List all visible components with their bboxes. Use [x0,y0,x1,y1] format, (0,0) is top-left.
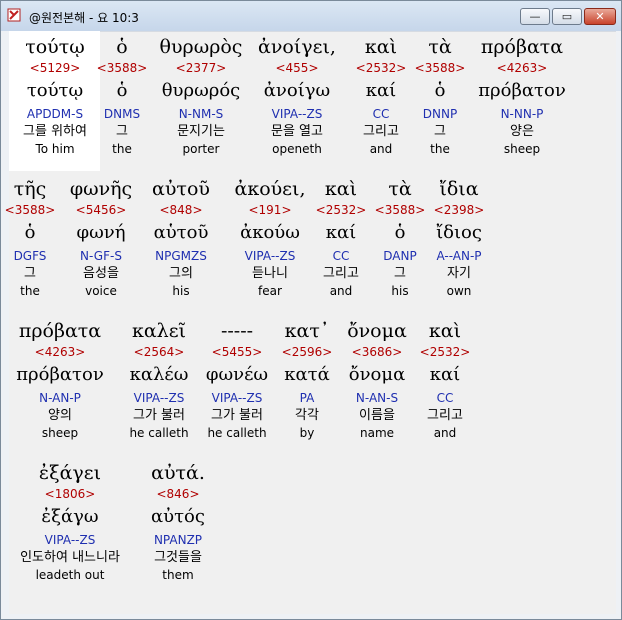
parse-text: A--AN-P [436,249,482,263]
korean-text: 그것들을 [154,550,202,565]
word-column[interactable]: πρόβατα <4263> πρόβατον N-NN-P 양은 sheep [462,34,582,157]
parse-text: NPANZP [153,533,203,547]
greek-text: αὐτά. [151,462,205,484]
parse-text: CC [436,391,454,405]
strong-text: <4263> [496,61,548,75]
close-icon: ✕ [595,10,605,23]
word-column[interactable]: ἐξάγει <1806> ἐξάγω VIPA--ZS 인도하여 내느니라 leadet… [10,460,130,583]
english-text: own [446,284,472,298]
lemma-text: ἴδιος [436,222,482,243]
korean-text: 그리고 [427,408,463,423]
title-bar[interactable]: @원전본해 - 요 10:3 — ▭ ✕ [1,1,621,31]
lemma-text: πρόβατον [478,80,566,101]
parse-text: VIPA--ZS [44,533,96,547]
app-icon[interactable] [7,8,21,22]
strong-text: <2398> [433,203,485,217]
english-text: leadeth out [35,568,105,582]
minimize-button[interactable]: — [520,8,550,25]
word-column[interactable]: ἴδια <2398> ἴδιος A--AN-P 자기 own [399,176,519,299]
window-title: @원전본해 - 요 10:3 [29,11,139,25]
strong-text: <2532> [419,345,471,359]
strong-text: <846> [156,487,200,501]
greek-text: καὶ [428,320,462,342]
word-column[interactable]: καὶ <2532> καί CC 그리고 and [385,318,505,441]
korean-text: 양은 [510,124,534,139]
lemma-text: ἐξάγω [41,506,99,527]
parse-text: N-NN-P [500,107,544,121]
maximize-button[interactable]: ▭ [552,8,582,25]
english-text: and [433,426,457,440]
word-column[interactable]: αὐτά. <846> αὐτός NPANZP 그것들을 them [118,460,238,583]
greek-text: πρόβατα [480,36,564,58]
close-button[interactable]: ✕ [584,8,616,25]
minimize-icon: — [529,10,541,23]
maximize-icon: ▭ [561,10,573,23]
greek-text: ἐξάγει [38,462,102,484]
lemma-text: καί [429,364,461,385]
strong-text: <1806> [44,487,96,501]
greek-text: ἴδια [439,178,479,200]
english-text: sheep [503,142,541,156]
korean-text: 자기 [447,266,471,281]
lemma-text: αὐτός [151,506,205,527]
korean-text: 인도하여 내느니라 [20,550,120,565]
english-text: them [162,568,194,582]
